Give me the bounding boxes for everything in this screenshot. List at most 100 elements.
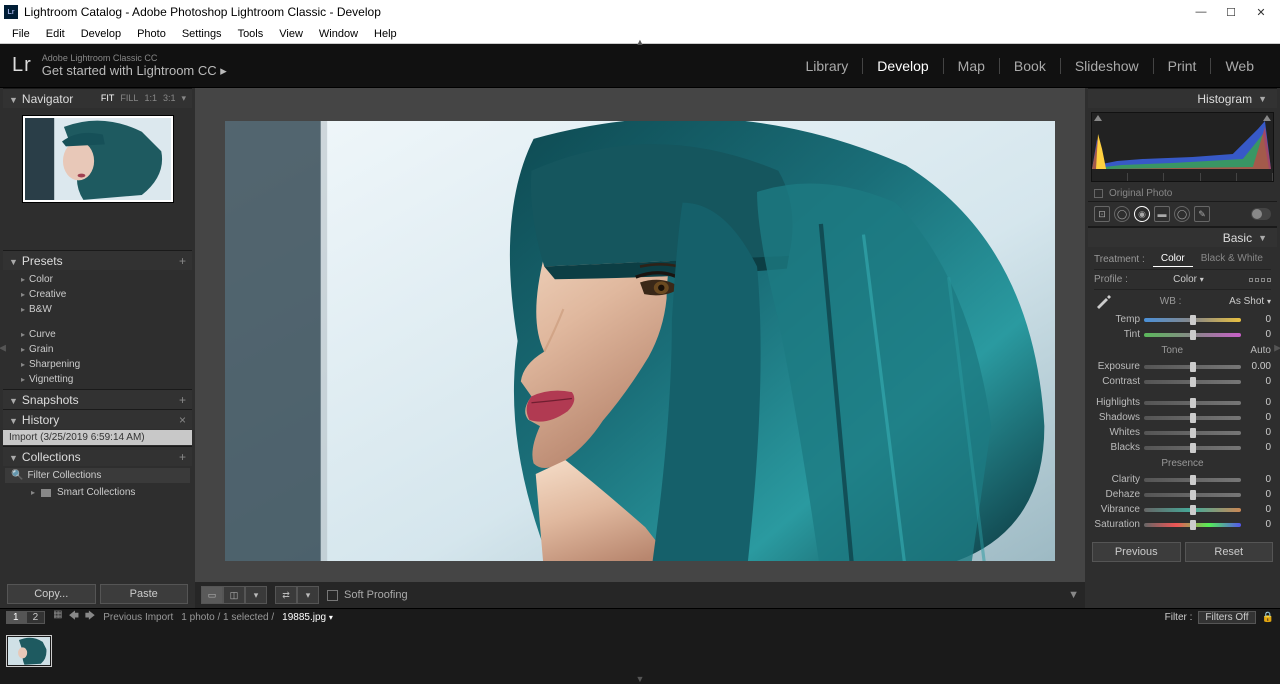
module-slideshow[interactable]: Slideshow [1060,58,1153,74]
history-item[interactable]: Import (3/25/2019 6:59:14 AM) [3,430,192,445]
tint-value[interactable]: 0 [1245,329,1271,340]
exposure-slider[interactable] [1144,365,1241,369]
menu-develop[interactable]: Develop [73,26,129,42]
menu-view[interactable]: View [271,26,311,42]
right-panel-toggle[interactable]: ▶ [1274,343,1280,354]
preset-group[interactable]: Vignetting [3,372,192,387]
menu-help[interactable]: Help [366,26,405,42]
preset-group[interactable]: Grain [3,342,192,357]
histogram-display[interactable] [1091,112,1274,182]
image-canvas[interactable] [195,88,1085,582]
dehaze-value[interactable]: 0 [1245,489,1271,500]
shadows-slider[interactable] [1144,416,1241,420]
shadows-value[interactable]: 0 [1245,412,1271,423]
clarity-slider[interactable] [1144,478,1241,482]
navigator-thumbnail[interactable] [23,116,173,202]
saturation-slider[interactable] [1144,523,1241,527]
add-snapshot-button[interactable]: + [179,393,186,407]
filter-dropdown[interactable]: Filters Off [1198,611,1255,624]
exposure-value[interactable]: 0.00 [1245,361,1271,372]
previous-button[interactable]: Previous [1092,542,1181,562]
original-photo-checkbox[interactable] [1094,189,1103,198]
blacks-slider[interactable] [1144,446,1241,450]
treatment-color-tab[interactable]: Color [1153,251,1193,267]
filmstrip-filename[interactable]: 19885.jpg ▾ [282,612,333,623]
profile-browser-icon[interactable] [1249,278,1271,282]
menu-window[interactable]: Window [311,26,366,42]
add-preset-button[interactable]: + [179,254,186,268]
second-window-button[interactable]: 2 [26,611,46,624]
highlights-slider[interactable] [1144,401,1241,405]
filmstrip-thumbnail[interactable] [6,635,52,667]
clear-history-button[interactable]: × [179,413,186,427]
add-collection-button[interactable]: + [179,450,186,464]
before-after-swap-button[interactable]: ⇄ [275,586,297,604]
main-window-button[interactable]: 1 [6,611,26,624]
module-print[interactable]: Print [1153,58,1211,74]
vibrance-slider[interactable] [1144,508,1241,512]
preset-group[interactable]: Sharpening [3,357,192,372]
filmstrip-source[interactable]: Previous Import [103,612,173,623]
reset-button[interactable]: Reset [1185,542,1274,562]
treatment-bw-tab[interactable]: Black & White [1193,251,1271,267]
blacks-value[interactable]: 0 [1245,442,1271,453]
module-map[interactable]: Map [943,58,999,74]
temp-slider[interactable] [1144,318,1241,322]
profile-dropdown[interactable]: Color ▾ [1173,274,1204,285]
module-library[interactable]: Library [792,58,863,74]
menu-tools[interactable]: Tools [230,26,272,42]
preset-group[interactable]: Curve [3,327,192,342]
chevron-down-icon[interactable]: ▾ [181,93,186,104]
filter-collections-input[interactable]: 🔍 Filter Collections [5,468,190,483]
basic-header[interactable]: Basic ▼ [1088,227,1277,247]
histogram-header[interactable]: Histogram ▼ [1088,88,1277,108]
close-button[interactable]: ✕ [1246,0,1276,24]
identity-title[interactable]: Get started with Lightroom CC ▸ [42,63,227,79]
menu-photo[interactable]: Photo [129,26,174,42]
filter-lock-icon[interactable]: 🔒 [1262,612,1274,623]
soft-proofing-checkbox[interactable] [327,590,338,601]
nav-fill[interactable]: FILL [120,93,138,104]
vibrance-value[interactable]: 0 [1245,504,1271,515]
menu-file[interactable]: File [4,26,38,42]
nav-3to1[interactable]: 3:1 [163,93,176,104]
temp-value[interactable]: 0 [1245,314,1271,325]
whites-value[interactable]: 0 [1245,427,1271,438]
presets-header[interactable]: ▼Presets + [3,250,192,270]
top-panel-toggle[interactable]: ▲ [636,37,645,47]
saturation-value[interactable]: 0 [1245,519,1271,530]
toolbar-menu-button[interactable]: ▼ [1068,589,1079,601]
whites-slider[interactable] [1144,431,1241,435]
preset-group[interactable]: Creative [3,287,192,302]
left-panel-toggle[interactable]: ◀ [0,343,6,354]
paste-button[interactable]: Paste [100,584,189,604]
menu-edit[interactable]: Edit [38,26,73,42]
bottom-panel-toggle[interactable]: ▼ [636,674,645,684]
preset-group[interactable]: Color [3,272,192,287]
crop-tool-icon[interactable]: ⊡ [1094,206,1110,222]
go-back-icon[interactable]: 🡄 [69,609,79,626]
preset-group[interactable]: B&W [3,302,192,317]
module-web[interactable]: Web [1210,58,1268,74]
before-after-lr-button[interactable]: ◫ [223,586,245,604]
panel-switch-toggle[interactable] [1251,208,1271,220]
before-after-copy-menu[interactable]: ▾ [297,586,319,604]
collections-header[interactable]: ▼Collections + [3,446,192,466]
dehaze-slider[interactable] [1144,493,1241,497]
nav-fit[interactable]: FIT [101,93,115,104]
maximize-button[interactable]: ☐ [1216,0,1246,24]
navigator-header[interactable]: ▼Navigator FIT FILL 1:1 3:1 ▾ [3,88,192,108]
adjustment-brush-tool-icon[interactable]: ✎ [1194,206,1210,222]
copy-button[interactable]: Copy... [7,584,96,604]
grid-view-icon[interactable]: ▦ [53,609,62,626]
clarity-value[interactable]: 0 [1245,474,1271,485]
spot-removal-tool-icon[interactable]: ◯ [1114,206,1130,222]
smart-collections-item[interactable]: Smart Collections [3,485,192,500]
snapshots-header[interactable]: ▼Snapshots + [3,389,192,409]
filmstrip[interactable]: ▼ [0,626,1280,676]
before-after-menu[interactable]: ▾ [245,586,267,604]
auto-tone-button[interactable]: Auto [1250,345,1271,356]
contrast-value[interactable]: 0 [1245,376,1271,387]
minimize-button[interactable]: — [1186,0,1216,24]
radial-filter-tool-icon[interactable]: ◯ [1174,206,1190,222]
